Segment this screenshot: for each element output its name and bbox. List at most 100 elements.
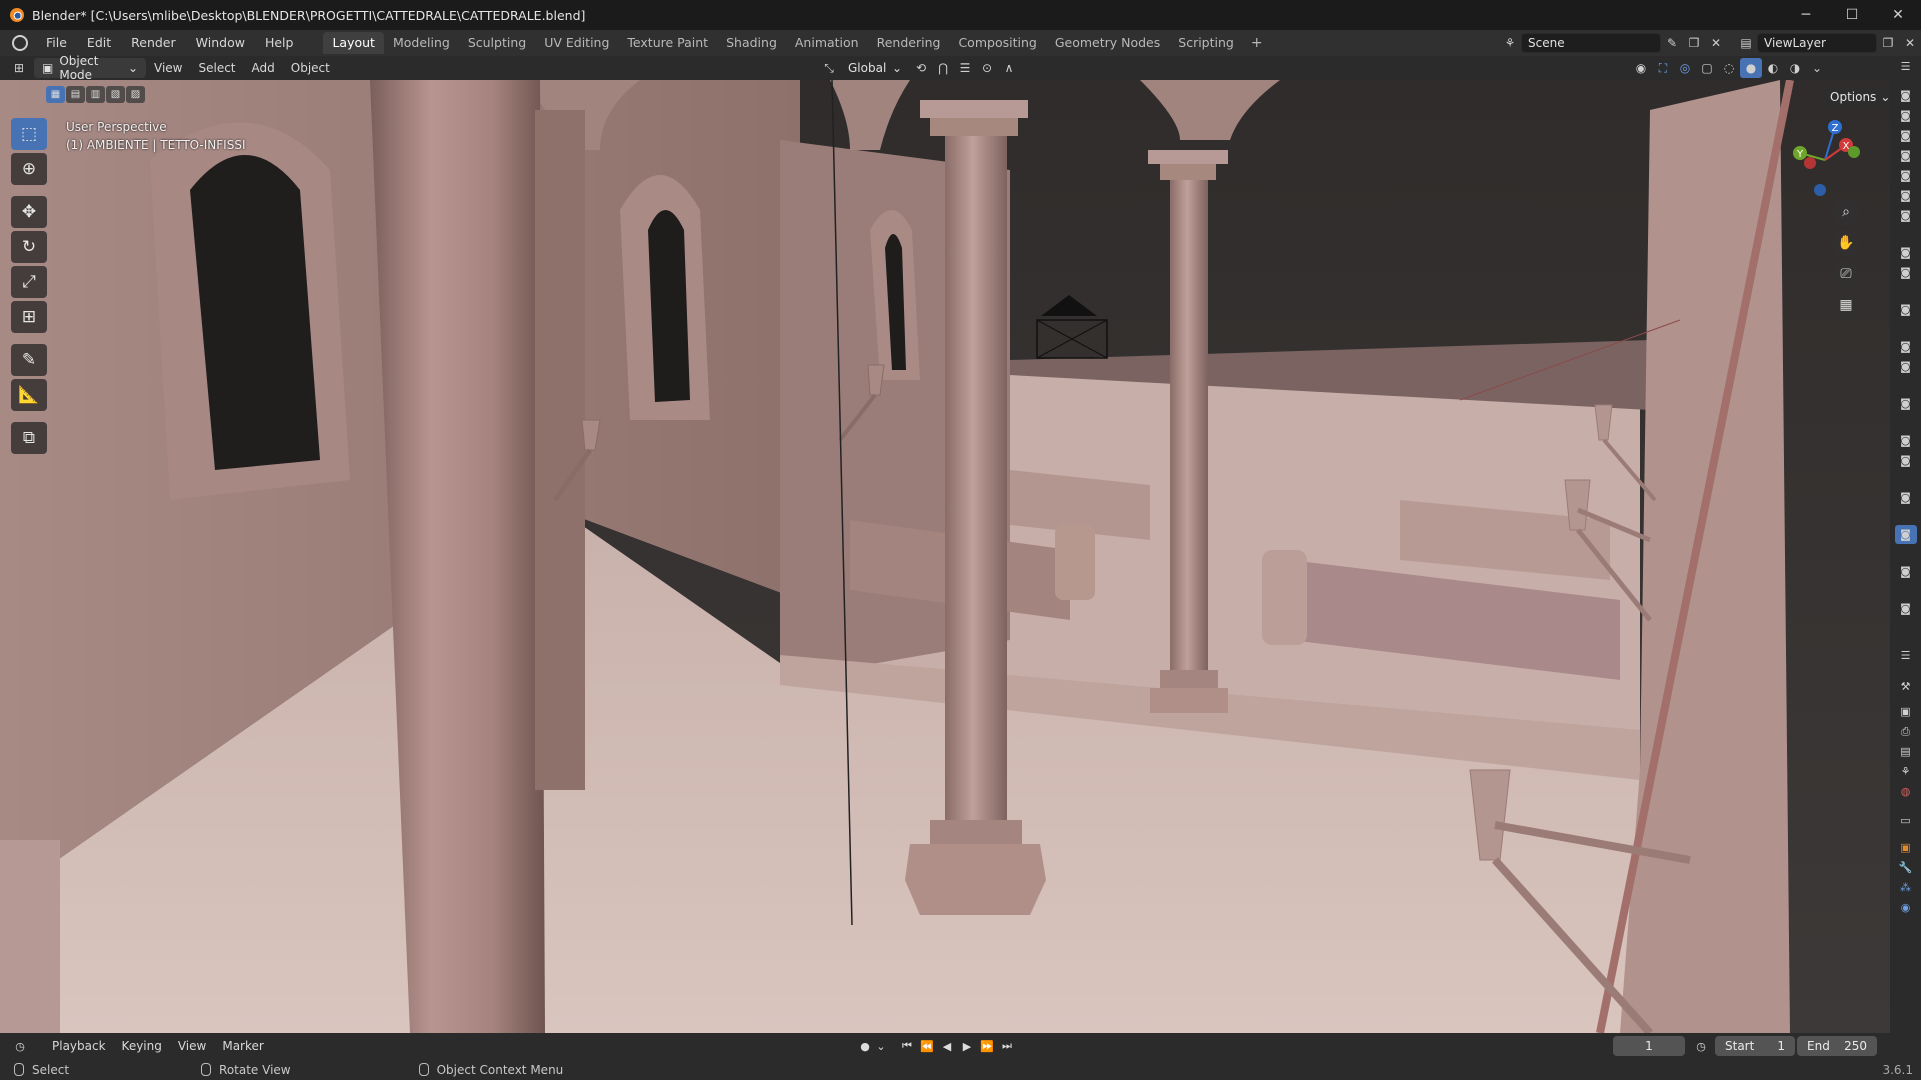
zoom-icon[interactable]: ⌕ — [1832, 198, 1860, 226]
add-cube-tool-icon[interactable]: ⧉ — [11, 422, 47, 454]
pin-icon[interactable]: ✎ — [1661, 33, 1683, 53]
particles-properties-icon[interactable]: ⁂ — [1895, 878, 1917, 897]
options-dropdown[interactable]: Options ⌄ — [1822, 87, 1899, 107]
render-visibility-icon[interactable]: ◙ — [1895, 562, 1917, 581]
wireframe-shading-icon[interactable]: ◌ — [1718, 58, 1740, 78]
add-menu[interactable]: Add — [244, 61, 283, 75]
prev-keyframe-icon[interactable]: ⏪ — [917, 1036, 937, 1056]
close-button[interactable]: ✕ — [1875, 0, 1921, 30]
render-visibility-icon[interactable]: ◙ — [1895, 263, 1917, 282]
view-menu[interactable]: View — [146, 61, 190, 75]
proportional-edit-icon[interactable]: ⊙ — [976, 58, 998, 78]
xray-icon[interactable]: ▢ — [1696, 58, 1718, 78]
tab-texture-paint[interactable]: Texture Paint — [618, 32, 717, 54]
tab-sculpting[interactable]: Sculpting — [459, 32, 535, 54]
physics-properties-icon[interactable]: ◉ — [1895, 898, 1917, 917]
timeline-editor-icon[interactable]: ◷ — [10, 1036, 30, 1056]
render-visibility-icon[interactable]: ◙ — [1895, 86, 1917, 105]
transform-orientation-icon[interactable]: ⤡ — [818, 58, 840, 78]
render-visibility-icon[interactable]: ◙ — [1895, 186, 1917, 205]
tab-shading[interactable]: Shading — [717, 32, 786, 54]
gizmo-toggle-icon[interactable]: ⛶ — [1652, 58, 1674, 78]
transform-tool-icon[interactable]: ⊞ — [11, 301, 47, 333]
render-visibility-icon[interactable]: ◙ — [1895, 357, 1917, 376]
scene-field[interactable]: Scene — [1521, 33, 1661, 53]
rendered-shading-icon[interactable]: ◑ — [1784, 58, 1806, 78]
scale-tool-icon[interactable]: ⤢ — [11, 266, 47, 298]
render-visibility-icon[interactable]: ◙ — [1895, 146, 1917, 165]
select-new-icon[interactable]: ▦ — [46, 86, 65, 103]
tab-compositing[interactable]: Compositing — [949, 32, 1045, 54]
render-visibility-icon[interactable]: ◙ — [1895, 451, 1917, 470]
ortho-grid-icon[interactable]: ▦ — [1832, 291, 1860, 319]
render-visibility-icon[interactable]: ◙ — [1895, 488, 1917, 507]
new-scene-icon[interactable]: ❐ — [1683, 33, 1705, 53]
minimize-button[interactable]: ─ — [1783, 0, 1829, 30]
editor-type-icon[interactable]: ⊞ — [8, 58, 30, 78]
overlay-toggle-icon[interactable]: ◎ — [1674, 58, 1696, 78]
tab-geometry-nodes[interactable]: Geometry Nodes — [1046, 32, 1169, 54]
tab-layout[interactable]: Layout — [323, 32, 384, 54]
collection-properties-icon[interactable]: ▭ — [1895, 811, 1917, 830]
end-frame-field[interactable]: End 250 — [1797, 1036, 1877, 1056]
select-extend-icon[interactable]: ▤ — [66, 86, 85, 103]
object-properties-icon[interactable]: ▣ — [1895, 838, 1917, 857]
preview-range-icon[interactable]: ◷ — [1691, 1036, 1711, 1056]
cathedral-scene[interactable] — [0, 80, 1900, 1033]
camera-view-icon[interactable]: ⎚ — [1832, 260, 1860, 288]
pan-hand-icon[interactable]: ✋ — [1832, 229, 1860, 257]
render-visibility-icon[interactable]: ◙ — [1895, 599, 1917, 618]
play-reverse-icon[interactable]: ◀ — [937, 1036, 957, 1056]
keying-menu[interactable]: Keying — [114, 1039, 170, 1053]
render-visibility-icon[interactable]: ◙ — [1894, 525, 1917, 544]
new-viewlayer-icon[interactable]: ❐ — [1877, 33, 1899, 53]
tab-animation[interactable]: Animation — [786, 32, 868, 54]
tool-properties-icon[interactable]: ⚒ — [1895, 677, 1917, 696]
tab-scripting[interactable]: Scripting — [1169, 32, 1243, 54]
select-box-tool-icon[interactable]: ⬚ — [11, 118, 47, 150]
timeline-view-menu[interactable]: View — [170, 1039, 214, 1053]
select-subtract-icon[interactable]: ▥ — [86, 86, 105, 103]
menu-window[interactable]: Window — [186, 32, 255, 54]
modifier-properties-icon[interactable]: 🔧 — [1895, 858, 1917, 877]
scene-selector-icon[interactable]: ⚘ — [1499, 33, 1521, 53]
jump-start-icon[interactable]: ⏮ — [897, 1036, 917, 1056]
snap-icon[interactable]: ⋂ — [932, 58, 954, 78]
orientation-dropdown[interactable]: Global ⌄ — [840, 58, 910, 78]
annotate-tool-icon[interactable]: ✎ — [11, 344, 47, 376]
3d-viewport[interactable]: User Perspective (1) AMBIENTE | TETTO-IN… — [0, 80, 1900, 1033]
current-frame-field[interactable]: 1 — [1613, 1036, 1685, 1056]
select-menu[interactable]: Select — [190, 61, 243, 75]
menu-render[interactable]: Render — [121, 32, 186, 54]
render-visibility-icon[interactable]: ◙ — [1895, 166, 1917, 185]
measure-tool-icon[interactable]: 📐 — [11, 379, 47, 411]
viewlayer-selector-icon[interactable]: ▤ — [1735, 33, 1757, 53]
render-visibility-icon[interactable]: ◙ — [1895, 206, 1917, 225]
snap-target-icon[interactable]: ☰ — [954, 58, 976, 78]
marker-menu[interactable]: Marker — [214, 1039, 271, 1053]
menu-file[interactable]: File — [36, 32, 77, 54]
rotate-tool-icon[interactable]: ↻ — [11, 231, 47, 263]
move-tool-icon[interactable]: ✥ — [11, 196, 47, 228]
chevron-down-icon[interactable]: ⌄ — [875, 1036, 887, 1056]
menu-help[interactable]: Help — [255, 32, 304, 54]
auto-keying-icon[interactable]: ● — [855, 1036, 875, 1056]
object-menu[interactable]: Object — [283, 61, 338, 75]
falloff-icon[interactable]: ∧ — [998, 58, 1020, 78]
remove-scene-icon[interactable]: ✕ — [1705, 33, 1727, 53]
output-properties-icon[interactable]: ⎙ — [1895, 722, 1917, 741]
visibility-icon[interactable]: ◉ — [1630, 58, 1652, 78]
select-invert-icon[interactable]: ▧ — [106, 86, 125, 103]
material-shading-icon[interactable]: ◐ — [1762, 58, 1784, 78]
properties-toggle-icon[interactable]: ☰ — [1895, 646, 1917, 665]
solid-shading-icon[interactable]: ● — [1740, 58, 1762, 78]
add-workspace-button[interactable]: + — [1243, 35, 1271, 51]
outliner-toggle-icon[interactable]: ☰ — [1895, 57, 1917, 76]
world-properties-icon[interactable]: ◍ — [1895, 782, 1917, 801]
maximize-button[interactable]: ☐ — [1829, 0, 1875, 30]
blender-menu-icon[interactable] — [12, 35, 28, 51]
start-frame-field[interactable]: Start 1 — [1715, 1036, 1795, 1056]
view-layer-properties-icon[interactable]: ▤ — [1895, 742, 1917, 761]
render-visibility-icon[interactable]: ◙ — [1895, 126, 1917, 145]
jump-end-icon[interactable]: ⏭ — [997, 1036, 1017, 1056]
